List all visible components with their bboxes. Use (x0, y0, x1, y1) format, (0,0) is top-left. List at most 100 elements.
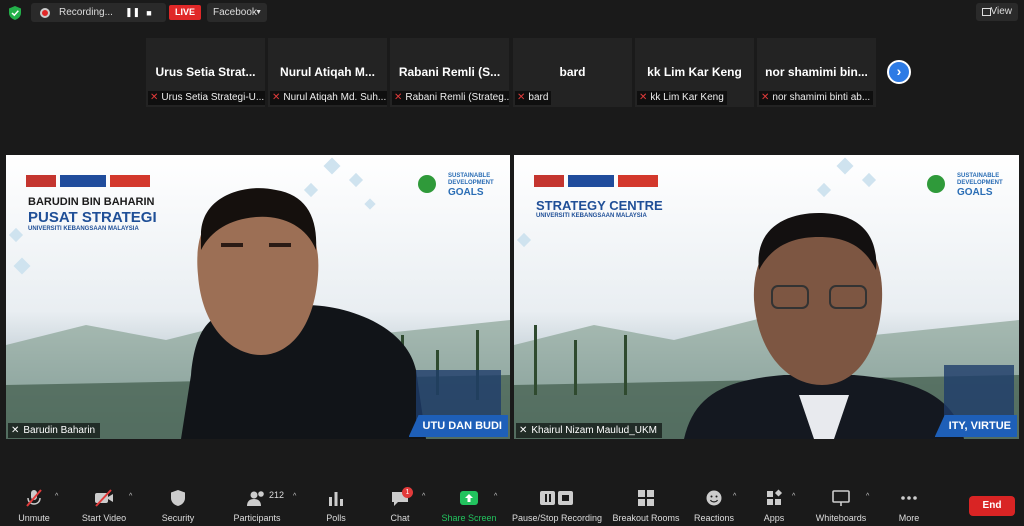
participant-tile[interactable]: nor shamimi bin... ✕ nor shamimi binti ab… (757, 38, 876, 107)
banner-name: BARUDIN BIN BAHARIN (28, 196, 155, 208)
stream-target-label: Facebook (213, 7, 257, 18)
participant-label: ✕ Nurul Atiqah Md. Suh... (270, 91, 387, 105)
smiley-icon (706, 490, 722, 506)
security-shield-icon[interactable] (9, 6, 21, 20)
participant-label-text: kk Lim Kar Keng (650, 92, 724, 103)
ukm-logos (534, 175, 664, 187)
ukm-logo-icon (534, 175, 564, 187)
participant-label: ✕ Urus Setia Strategi-U... (148, 91, 265, 105)
apps-button[interactable]: Apps (756, 484, 792, 526)
view-label: View (990, 6, 1013, 17)
whiteboards-label: Whiteboards (815, 513, 867, 523)
sdg-line3: GOALS (448, 187, 484, 198)
mic-muted-icon: ✕ (761, 92, 770, 103)
mic-muted-icon: ✕ (519, 425, 528, 436)
participant-tile[interactable]: bard ✕ bard (513, 38, 632, 107)
ukm-logos (26, 175, 156, 187)
participants-button[interactable]: 212 Participants (228, 484, 286, 526)
chevron-up-icon[interactable]: ^ (494, 493, 497, 500)
recording-indicator: Recording... ❚❚ ■ (31, 3, 166, 22)
sdg-wheel-icon (927, 175, 945, 193)
slogan-banner: ITY, VIRTUE (934, 415, 1017, 437)
apps-label: Apps (763, 513, 785, 523)
participant-name: Rabani Remli (S... (398, 65, 501, 79)
stop-icon[interactable]: ■ (143, 8, 155, 18)
banner-subtitle: UNIVERSITI KEBANGSAAN MALAYSIA (28, 226, 139, 232)
participant-label-text: nor shamimi binti ab... (772, 92, 871, 103)
sdg-wheel-icon (418, 175, 436, 193)
participant-name: bard (559, 65, 586, 79)
share-screen-icon (460, 491, 478, 505)
participant-tile[interactable]: kk Lim Kar Keng ✕ kk Lim Kar Keng (635, 38, 754, 107)
participant-label-text: Nurul Atiqah Md. Suh... (283, 92, 387, 103)
mic-muted-icon: ✕ (150, 92, 159, 103)
video-name: Khairul Nizam Maulud_UKM (531, 425, 657, 436)
video-tile-khairul[interactable]: STRATEGY CENTRE UNIVERSITI KEBANGSAAN MA… (514, 155, 1019, 439)
chat-label: Chat (390, 513, 410, 523)
participant-tile[interactable]: Nurul Atiqah M... ✕ Nurul Atiqah Md. Suh.… (268, 38, 387, 107)
video-name-tag: ✕ Barudin Baharin (8, 423, 101, 438)
share-screen-button[interactable]: Share Screen (440, 484, 498, 526)
chevron-up-icon[interactable]: ^ (866, 493, 869, 500)
mic-muted-icon: ✕ (394, 92, 403, 103)
mic-muted-icon: ✕ (639, 92, 648, 103)
participant-name: nor shamimi bin... (765, 65, 868, 79)
pause-icon[interactable]: ❚❚ (125, 7, 140, 18)
chevron-up-icon[interactable]: ^ (293, 493, 296, 500)
chevron-up-icon[interactable]: ^ (792, 493, 795, 500)
video-name: Barudin Baharin (23, 425, 96, 436)
breakout-rooms-button[interactable]: Breakout Rooms (612, 484, 680, 526)
apps-icon (767, 489, 783, 505)
whiteboards-button[interactable]: Whiteboards (810, 484, 872, 526)
mic-muted-icon: ✕ (517, 92, 526, 103)
participant-label: ✕ bard (515, 91, 552, 105)
ukm-logo-icon (26, 175, 56, 187)
top-bar: Recording... ❚❚ ■ LIVE Facebook ▼ View (0, 0, 1024, 26)
sdg-logo: SUSTAINABLE DEVELOPMENT GOALS (927, 173, 1009, 205)
chevron-up-icon[interactable]: ^ (733, 493, 736, 500)
mic-off-icon (26, 489, 42, 507)
end-meeting-button[interactable]: End (969, 496, 1015, 516)
security-button[interactable]: Security (156, 484, 200, 526)
sdg-logo: SUSTAINABLE DEVELOPMENT GOALS (418, 173, 500, 205)
participant-tile[interactable]: Rabani Remli (S... ✕ Rabani Remli (Strate… (390, 38, 509, 107)
reactions-button[interactable]: Reactions (692, 484, 736, 526)
pause-stop-recording-button[interactable]: Pause/Stop Recording (510, 484, 604, 526)
participant-label: ✕ nor shamimi binti ab... (759, 91, 874, 105)
security-label: Security (161, 513, 195, 523)
participant-label-text: Urus Setia Strategi-U... (161, 92, 265, 103)
meeting-toolbar: Unmute ^ Start Video ^ Security 212 Part… (0, 484, 1024, 526)
participant-tile[interactable]: Urus Setia Strat... ✕ Urus Setia Strategi… (146, 38, 265, 107)
chevron-up-icon[interactable]: ^ (129, 493, 132, 500)
sdg-line2: DEVELOPMENT (957, 180, 1003, 186)
participant-strip: Urus Setia Strat... ✕ Urus Setia Strategi… (146, 38, 880, 107)
grid-view-icon (982, 8, 991, 16)
participant-name: Nurul Atiqah M... (280, 65, 375, 79)
unmute-label: Unmute (18, 513, 50, 523)
breakout-rooms-label: Breakout Rooms (612, 513, 680, 523)
start-video-button[interactable]: Start Video (76, 484, 132, 526)
more-button[interactable]: More (890, 484, 928, 526)
chevron-up-icon[interactable]: ^ (55, 493, 58, 500)
wawasan-logo-icon (60, 175, 106, 187)
chevron-down-icon: ▼ (255, 9, 262, 16)
participant-label: ✕ kk Lim Kar Keng (637, 91, 727, 105)
banner-title: STRATEGY CENTRE (536, 198, 663, 213)
people-icon (247, 491, 264, 506)
chat-unread-badge: 1 (402, 487, 413, 498)
pause-stop-icon (540, 491, 573, 505)
polls-button[interactable]: Polls (318, 484, 354, 526)
chat-button[interactable]: 1 Chat (382, 484, 418, 526)
mic-muted-icon: ✕ (11, 425, 20, 436)
mic-muted-icon: ✕ (272, 92, 281, 103)
chevron-up-icon[interactable]: ^ (422, 493, 425, 500)
video-tile-barudin[interactable]: BARUDIN BIN BAHARIN PUSAT STRATEGI UNIVE… (6, 155, 510, 439)
live-badge[interactable]: LIVE (169, 5, 201, 20)
stream-target-dropdown[interactable]: Facebook ▼ (207, 3, 267, 22)
next-page-arrow-icon[interactable]: › (887, 60, 911, 84)
zoom-meeting-window: Recording... ❚❚ ■ LIVE Facebook ▼ View U… (0, 0, 1024, 526)
participant-label-text: bard (528, 92, 549, 103)
unmute-button[interactable]: Unmute (8, 484, 60, 526)
video-name-tag: ✕ Khairul Nizam Maulud_UKM (516, 423, 662, 438)
view-button[interactable]: View (976, 3, 1018, 21)
